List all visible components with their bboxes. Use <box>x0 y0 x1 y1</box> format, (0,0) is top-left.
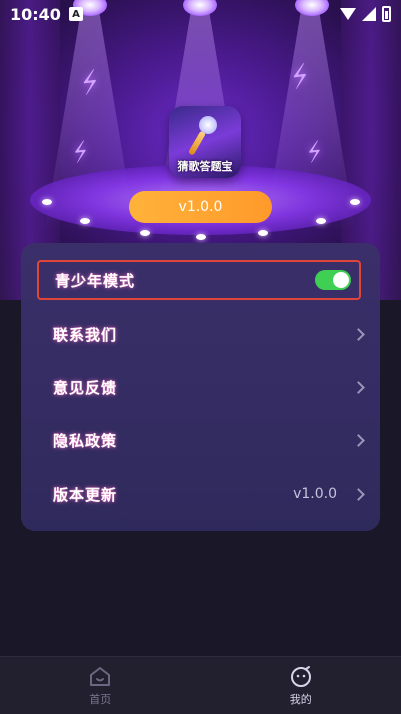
app-logo-text: 猜歌答题宝 <box>177 160 233 173</box>
tab-me[interactable]: 我的 <box>201 657 401 714</box>
stage-light-dot <box>258 230 268 236</box>
home-icon <box>90 666 111 686</box>
settings-row-label: 意见反馈 <box>53 378 118 397</box>
chevron-right-icon <box>352 380 365 394</box>
toggle-knob <box>333 272 349 288</box>
wifi-icon <box>340 8 356 20</box>
signal-icon <box>362 7 376 21</box>
settings-row-label: 联系我们 <box>53 325 118 344</box>
stage-light-dot <box>316 218 326 224</box>
stage-light-dot <box>42 199 52 205</box>
microphone-handle <box>187 130 207 156</box>
status-bar: 10:40 A <box>0 0 401 28</box>
stage-light-dot <box>196 234 206 240</box>
settings-row-label: 青少年模式 <box>55 271 136 290</box>
settings-row-label: 隐私政策 <box>53 431 118 450</box>
settings-row-label: 版本更新 <box>53 485 118 504</box>
settings-row-feedback[interactable]: 意见反馈 <box>53 367 365 407</box>
settings-row-version-update[interactable]: 版本更新 v1.0.0 <box>53 474 365 514</box>
stage-light-dot <box>350 199 360 205</box>
version-badge: v1.0.0 <box>129 191 272 223</box>
settings-row-youth-mode[interactable]: 青少年模式 <box>37 260 361 300</box>
settings-row-contact-us[interactable]: 联系我们 <box>53 314 365 354</box>
status-time: 10:40 <box>10 4 61 24</box>
stage-light-dot <box>80 218 90 224</box>
notification-badge-icon: A <box>68 7 83 21</box>
bottom-tab-bar: 首页 我的 <box>0 656 401 714</box>
app-logo: 猜歌答题宝 <box>169 106 241 178</box>
settings-card: 青少年模式 联系我们 意见反馈 隐私政策 版本更新 v1.0.0 <box>21 243 380 531</box>
chevron-right-icon <box>352 487 365 501</box>
tab-label: 我的 <box>289 692 312 706</box>
youth-mode-toggle[interactable] <box>315 270 351 290</box>
battery-icon <box>382 6 391 22</box>
tab-label: 首页 <box>89 692 112 706</box>
microphone-icon <box>199 116 217 134</box>
settings-row-privacy-policy[interactable]: 隐私政策 <box>53 420 365 460</box>
chevron-right-icon <box>352 327 365 341</box>
current-version-value: v1.0.0 <box>293 486 337 502</box>
profile-face-icon <box>290 665 311 687</box>
stage-light-dot <box>140 230 150 236</box>
chevron-right-icon <box>352 433 365 447</box>
tab-home[interactable]: 首页 <box>0 657 201 714</box>
